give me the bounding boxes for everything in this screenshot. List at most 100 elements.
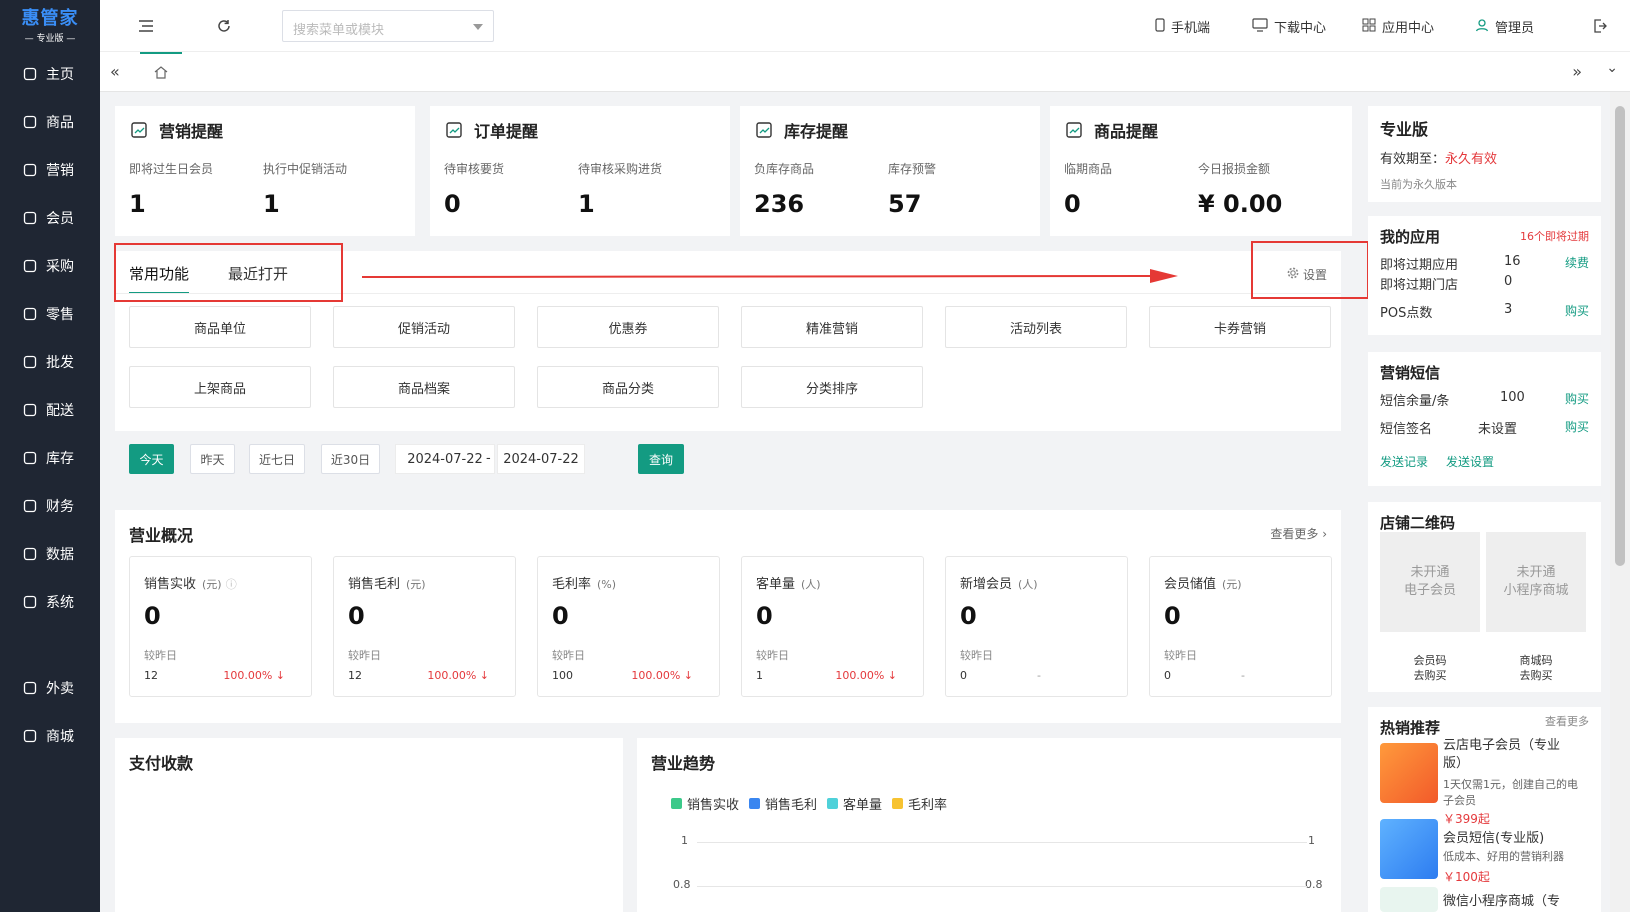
filter-last7-button[interactable]: 近七日 [249,444,305,474]
filter-today-button[interactable]: 今天 [129,444,174,474]
trend-panel: 营业趋势 销售实收 销售毛利 客单量 毛利率 1 0.8 1 0.8 [637,738,1341,912]
product-thumb-member [1380,743,1438,803]
sidebar-item-2[interactable]: 营销 [0,150,100,190]
function-button[interactable]: 优惠券 [537,306,719,348]
page-scrollbar[interactable] [1610,92,1630,912]
qrcode-buy-link[interactable]: 去购买 [1486,667,1586,683]
compare-label: 较昨日 [348,649,381,662]
previous-value: 12 [348,669,362,682]
refresh-icon[interactable] [214,16,234,36]
hot-item-name[interactable]: 微信小程序商城（专 [1443,890,1560,909]
tab-home[interactable] [140,52,182,92]
function-button[interactable]: 精准营销 [741,306,923,348]
hot-item-name[interactable]: 云店电子会员（专业版） [1443,737,1573,773]
sidebar-item-label: 财务 [46,499,74,515]
home-icon [154,64,168,83]
start-date-input[interactable]: 2024-07-22 [395,444,495,474]
help-icon[interactable]: ⓘ [226,578,237,591]
app-center-link[interactable]: 应用中心 [1362,17,1434,36]
user-menu[interactable]: 管理员 [1475,17,1534,36]
sidebar-item-5[interactable]: 零售 [0,294,100,334]
reminder-value[interactable]: ¥ 0.00 [1198,190,1282,218]
hot-more-link[interactable]: 查看更多 [1545,713,1589,729]
hot-item-name[interactable]: 会员短信(专业版) [1443,827,1544,846]
sidebar-item-6[interactable]: 批发 [0,342,100,382]
sidebar-item-0[interactable]: 主页 [0,54,100,94]
menu-toggle-icon[interactable] [136,16,156,36]
sidebar-item-10[interactable]: 数据 [0,534,100,574]
overview-card: 新增会员 (人) 0 较昨日 0 - [945,556,1128,697]
function-button[interactable]: 促销活动 [333,306,515,348]
sms-buy-link[interactable]: 购买 [1565,418,1589,435]
legend-item[interactable]: 销售实收 [671,794,739,813]
function-button[interactable]: 上架商品 [129,366,311,408]
sms-card: 营销短信 短信余量/条 100 购买 短信签名 未设置 购买 发送记录 发送设置 [1368,352,1601,486]
function-button[interactable]: 商品分类 [537,366,719,408]
reminder-value[interactable]: 1 [129,190,146,218]
payment-panel: 支付收款 [115,738,623,912]
sidebar-item-3[interactable]: 会员 [0,198,100,238]
building-icon [22,354,38,370]
legend-item[interactable]: 毛利率 [892,794,947,813]
function-button[interactable]: 分类排序 [741,366,923,408]
product-thumb-mall [1380,887,1438,912]
sidebar-item-1[interactable]: 商品 [0,102,100,142]
reminder-value[interactable]: 236 [754,190,804,218]
sidebar-item-9[interactable]: 财务 [0,486,100,526]
function-button[interactable]: 活动列表 [945,306,1127,348]
logo-brand: 惠管家 [21,8,79,29]
reminder-label: 即将过生日会员 [129,162,214,176]
app-row-value: 3 [1504,302,1513,317]
sidebar: 惠管家 — 专业版 — 主页 商品 营销 会员 采购 零售 批发 配送 库存 财务 数据 系统 外卖 商城 [0,0,100,912]
reminder-value[interactable]: 1 [578,190,595,218]
reminder-value[interactable]: 0 [1064,190,1081,218]
metric-value: 0 [144,602,161,630]
mobile-link[interactable]: 手机端 [1155,17,1210,36]
finance-icon [22,498,38,514]
logout-icon[interactable] [1590,16,1610,36]
function-button[interactable]: 商品单位 [129,306,311,348]
tabs-menu-chevron-icon[interactable]: ⌄ [1606,60,1618,76]
legend-item[interactable]: 客单量 [827,794,882,813]
reminder-value[interactable]: 0 [444,190,461,218]
reminder-title: 商品提醒 [1064,118,1158,142]
sidebar-item-12[interactable]: 外卖 [0,668,100,708]
reminder-title: 订单提醒 [444,118,538,142]
sidebar-item-13[interactable]: 商城 [0,716,100,756]
sidebar-item-8[interactable]: 库存 [0,438,100,478]
legend-item[interactable]: 销售毛利 [749,794,817,813]
function-button[interactable]: 卡券营销 [1149,306,1331,348]
bag-icon [22,306,38,322]
highlight-box-settings [1251,241,1369,299]
function-button[interactable]: 商品档案 [333,366,515,408]
reminder-value[interactable]: 1 [263,190,280,218]
query-button[interactable]: 查询 [638,444,684,474]
send-settings-link[interactable]: 发送设置 [1446,453,1494,470]
download-center-link[interactable]: 下载中心 [1252,17,1326,36]
pro-edition-card: 专业版 有效期至：永久有效 当前为永久版本 [1368,106,1601,202]
app-row-action[interactable]: 购买 [1565,302,1589,319]
overview-more-link[interactable]: 查看更多 › [1270,525,1327,542]
search-input[interactable]: 搜索菜单或模块 [282,10,494,42]
send-record-link[interactable]: 发送记录 [1380,453,1428,470]
legend-swatch [749,798,761,809]
sidebar-item-7[interactable]: 配送 [0,390,100,430]
tabs-scroll-right-icon[interactable]: » [1572,62,1582,81]
sms-buy-link[interactable]: 购买 [1565,390,1589,407]
metric-value: 0 [960,602,977,630]
qrcode-buy-link[interactable]: 去购买 [1380,667,1480,683]
filter-yesterday-button[interactable]: 昨天 [190,444,235,474]
sidebar-item-4[interactable]: 采购 [0,246,100,286]
reminder-label: 负库存商品 [754,162,815,176]
app-row-action[interactable]: 续费 [1565,254,1589,271]
end-date-input[interactable]: 2024-07-22 [497,444,585,474]
filter-last30-button[interactable]: 近30日 [321,444,380,474]
sidebar-item-11[interactable]: 系统 [0,582,100,622]
tabs-scroll-left-icon[interactable]: « [110,62,120,81]
change-percent: - [1241,669,1245,682]
scrollbar-thumb[interactable] [1615,106,1625,566]
sidebar-item-label: 会员 [46,211,74,227]
hot-item-desc: 低成本、好用的营销利器 [1443,850,1564,863]
reminder-value[interactable]: 57 [888,190,921,218]
qrcode-label: 商城码 [1519,654,1553,667]
